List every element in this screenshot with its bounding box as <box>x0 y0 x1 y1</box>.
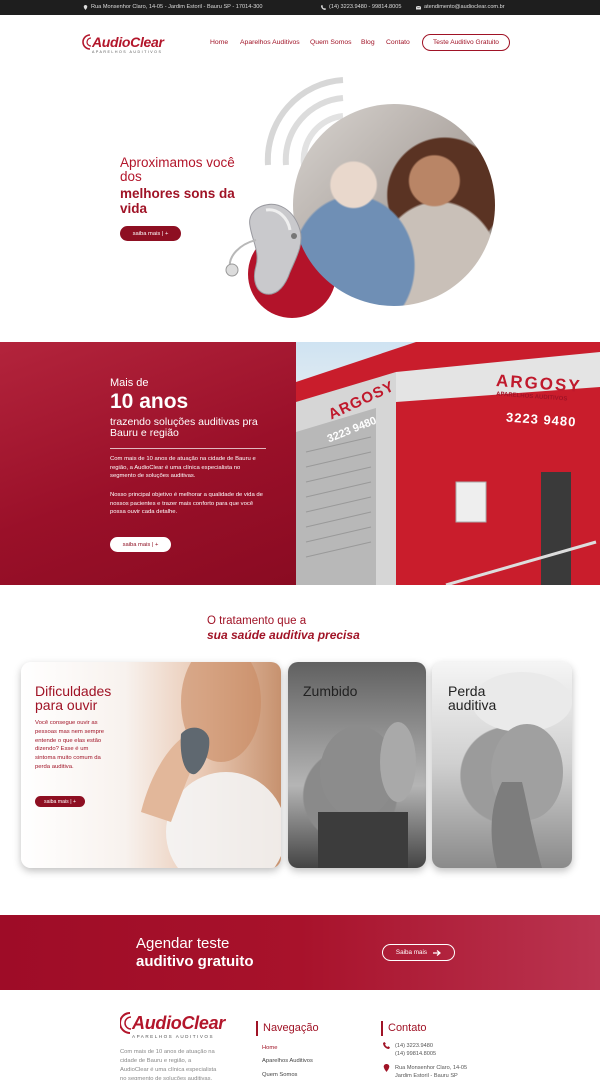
topbar-phones-text: (14) 3223.9480 - 99814.8005 <box>329 4 402 10</box>
card-hearing-difficulty[interactable]: Dificuldades para ouvir Você consegue ou… <box>21 662 281 868</box>
nav-item-contato[interactable]: Contato <box>386 39 410 46</box>
topbar-address-text: Rua Monsenhor Claro, 14-05 - Jardim Esto… <box>91 4 263 10</box>
footer-logo-arc-icon <box>120 1012 132 1034</box>
card-hearing-loss-title: Perda auditiva <box>448 683 497 713</box>
about-divider <box>110 448 266 449</box>
topbar-email-text: atendimento@audioclear.com.br <box>424 4 505 10</box>
about-paragraph-2: Nosso principal objetivo é melhorar a qu… <box>110 492 263 516</box>
nav-item-blog[interactable]: Blog <box>361 39 375 46</box>
banner-heading-light: Agendar teste <box>136 935 230 952</box>
hero-heading-light: Aproximamos você dos <box>120 155 235 184</box>
about-subtitle: trazendo soluções auditivas pra Bauru e … <box>110 416 258 439</box>
about-prefix: Mais de <box>110 377 149 389</box>
card-tinnitus-title: Zumbido <box>303 683 358 699</box>
banner-more-button[interactable]: Saiba mais <box>382 944 455 961</box>
logo-sound-arc-icon <box>82 34 92 50</box>
footer-contact-title: Contato <box>381 1021 427 1036</box>
site-logo[interactable]: AudioClear Aparelhos Auditivos <box>82 34 164 54</box>
hero-couple-photo <box>293 104 495 306</box>
footer-logo-text: AudioClear <box>132 1012 226 1033</box>
top-bar: Rua Monsenhor Claro, 14-05 - Jardim Esto… <box>0 0 600 15</box>
location-pin-icon <box>83 4 88 10</box>
topbar-phones[interactable]: (14) 3223.9480 - 99814.8005 <box>321 4 401 10</box>
footer-address-2: Jardim Estoril - Bauru SP <box>395 1073 458 1079</box>
about-more-button[interactable]: saiba mais | + <box>110 537 171 552</box>
treatment-heading-light: O tratamento que a <box>207 615 307 627</box>
footer-link-quem-somos[interactable]: Quem Somos <box>262 1072 297 1078</box>
about-highlight: 10 anos <box>110 390 189 413</box>
about-section: Mais de 10 anos trazendo soluções auditi… <box>0 342 600 585</box>
banner-heading-bold: auditivo gratuito <box>136 953 254 970</box>
footer-address-1: Rua Monsenhor Claro, 14-05 <box>395 1065 468 1071</box>
logo-text: AudioClear <box>92 34 164 50</box>
mail-icon <box>416 5 421 9</box>
phone-icon <box>321 4 326 10</box>
topbar-address: Rua Monsenhor Claro, 14-05 - Jardim Esto… <box>83 4 263 10</box>
footer-phone-icon <box>383 1042 390 1049</box>
footer-link-home[interactable]: Home <box>262 1045 277 1051</box>
footer-phone-1: (14) 3223.9480 <box>395 1043 433 1049</box>
nav-item-quem-somos[interactable]: Quem Somos <box>310 39 352 46</box>
nav-item-aparelhos[interactable]: Aparelhos Auditivos <box>240 39 300 46</box>
card-hearing-difficulty-title: Dificuldades para ouvir <box>35 683 112 713</box>
footer-nav-title: Navegação <box>256 1021 319 1036</box>
card-tinnitus[interactable]: Zumbido <box>288 662 426 868</box>
arrow-right-icon <box>433 949 442 956</box>
footer-phone-2: (14) 99814.8005 <box>395 1051 437 1057</box>
footer-contact-phones[interactable]: (14) 3223.9480 (14) 99814.8005 <box>383 1042 436 1058</box>
footer-description: Com mais de 10 anos de atuação na cidade… <box>120 1049 217 1080</box>
store-facade-photo: ARGOSY APARELHOS AUDITIVOS 3223 9480 ARG… <box>296 342 600 585</box>
footer-link-aparelhos[interactable]: Aparelhos Auditivos <box>262 1058 313 1064</box>
logo-tagline: Aparelhos Auditivos <box>92 50 163 54</box>
topbar-email[interactable]: atendimento@audioclear.com.br <box>416 4 505 10</box>
about-text-panel: Mais de 10 anos trazendo soluções auditi… <box>0 342 296 585</box>
nav-item-home[interactable]: Home <box>210 39 228 46</box>
hero-heading-bold: melhores sons da vida <box>120 186 235 216</box>
card-hearing-difficulty-button[interactable]: saiba mais | + <box>35 796 85 807</box>
banner-more-label: Saiba mais <box>395 949 428 956</box>
card-hearing-loss[interactable]: Perda auditiva <box>432 662 572 868</box>
schedule-banner: Agendar teste auditivo gratuito Saiba ma… <box>0 915 600 990</box>
footer-contact-address: Rua Monsenhor Claro, 14-05 Jardim Estori… <box>383 1064 467 1080</box>
card-hearing-difficulty-text: Você consegue ouvir as pessoas mas nem s… <box>35 720 105 770</box>
footer-location-pin-icon <box>383 1064 390 1072</box>
treatment-heading-bold: sua saúde auditiva precisa <box>207 628 360 642</box>
free-test-button[interactable]: Teste Auditivo Gratuito <box>422 34 510 51</box>
hero-more-button[interactable]: saiba mais | + <box>120 226 181 241</box>
footer-logo-tagline: Aparelhos Auditivos <box>132 1034 215 1039</box>
footer-logo[interactable]: AudioClear Aparelhos Auditivos <box>120 1012 225 1039</box>
about-paragraph-1: Com mais de 10 anos de atuação na cidade… <box>110 456 256 480</box>
